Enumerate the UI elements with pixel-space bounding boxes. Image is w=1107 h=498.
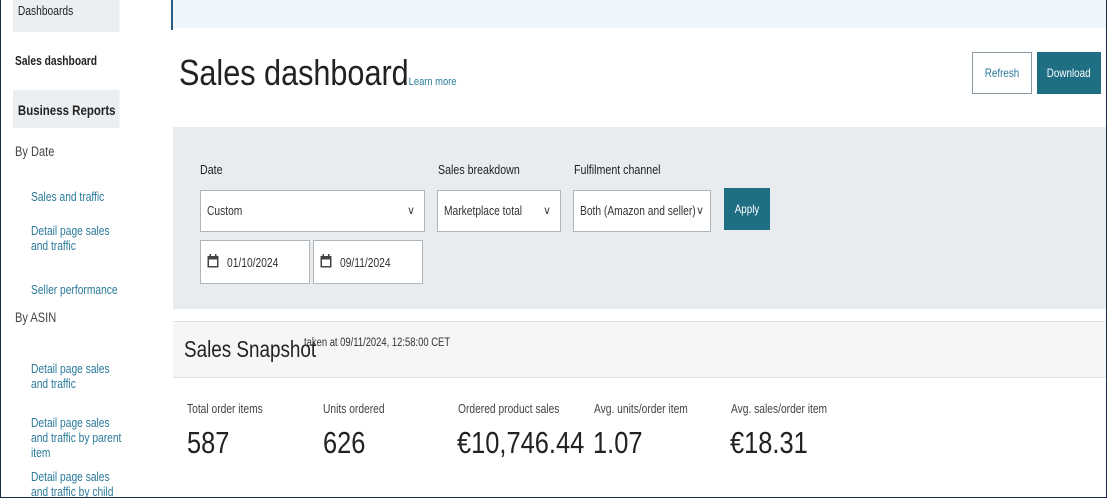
sidebar-item-sales-and-traffic[interactable]: Sales and traffic: [31, 190, 154, 205]
apply-button[interactable]: Apply: [724, 188, 770, 230]
snapshot-timestamp: taken at 09/11/2024, 12:58:00 CET: [304, 337, 451, 349]
calendar-icon: [320, 254, 332, 268]
sidebar-item-business-reports[interactable]: Business Reports: [13, 90, 120, 128]
metric-label: Avg. units/order item: [594, 402, 688, 416]
sidebar-item-sales-dashboard[interactable]: Sales dashboard: [15, 54, 97, 68]
sidebar-section-by-date: By Date: [15, 144, 55, 159]
metric-label: Avg. sales/order item: [731, 402, 828, 416]
start-date-value: 01/10/2024: [227, 256, 279, 270]
app-frame: Dashboards Sales dashboard Business Repo…: [0, 0, 1107, 498]
metric-value: 1.07: [593, 425, 643, 460]
snapshot-title: Sales Snapshot: [184, 336, 317, 362]
calendar-icon: [207, 254, 219, 268]
metric-label: Total order items: [187, 402, 263, 416]
metric-label: Units ordered: [323, 402, 385, 416]
sidebar-item-asin-detail-child[interactable]: Detail page sales and traffic by child i…: [31, 470, 125, 497]
sales-breakdown-value: Marketplace total: [444, 204, 523, 218]
refresh-button[interactable]: Refresh: [972, 52, 1032, 94]
page-title: Sales dashboardLearn more: [179, 52, 457, 93]
sales-breakdown-label: Sales breakdown: [438, 162, 520, 177]
metric-value: €10,746.44: [457, 425, 585, 460]
metric-label: Ordered product sales: [458, 402, 560, 416]
date-select[interactable]: Custom ∨: [200, 190, 425, 232]
metric-value: 626: [323, 425, 366, 460]
sidebar-item-asin-detail-page[interactable]: Detail page sales and traffic: [31, 362, 121, 392]
metric-value: €18.31: [730, 425, 808, 460]
sidebar-item-seller-performance[interactable]: Seller performance: [31, 283, 154, 298]
sidebar-item-dashboards[interactable]: Dashboards: [13, 0, 120, 32]
date-label: Date: [200, 162, 223, 177]
learn-more-link[interactable]: Learn more: [409, 76, 457, 88]
fulfilment-channel-label: Fulfilment channel: [574, 162, 661, 177]
chevron-down-icon: ∨: [542, 205, 551, 217]
end-date-input[interactable]: 09/11/2024: [313, 240, 423, 284]
top-banner: [173, 0, 1106, 28]
sidebar-item-detail-page-sales-traffic[interactable]: Detail page sales and traffic: [31, 224, 121, 254]
fulfilment-channel-value: Both (Amazon and seller): [580, 204, 696, 218]
chevron-down-icon: ∨: [695, 205, 704, 217]
sidebar-item-asin-detail-parent[interactable]: Detail page sales and traffic by parent …: [31, 416, 125, 461]
sidebar: Dashboards Sales dashboard Business Repo…: [1, 0, 158, 497]
download-button[interactable]: Download: [1037, 52, 1101, 94]
start-date-input[interactable]: 01/10/2024: [200, 240, 310, 284]
chevron-down-icon: ∨: [406, 205, 415, 217]
end-date-value: 09/11/2024: [340, 256, 391, 270]
sales-breakdown-select[interactable]: Marketplace total ∨: [437, 190, 561, 232]
sidebar-section-by-asin: By ASIN: [15, 310, 57, 325]
date-select-value: Custom: [207, 204, 243, 218]
metric-value: 587: [187, 425, 230, 460]
fulfilment-channel-select[interactable]: Both (Amazon and seller) ∨: [573, 190, 711, 232]
